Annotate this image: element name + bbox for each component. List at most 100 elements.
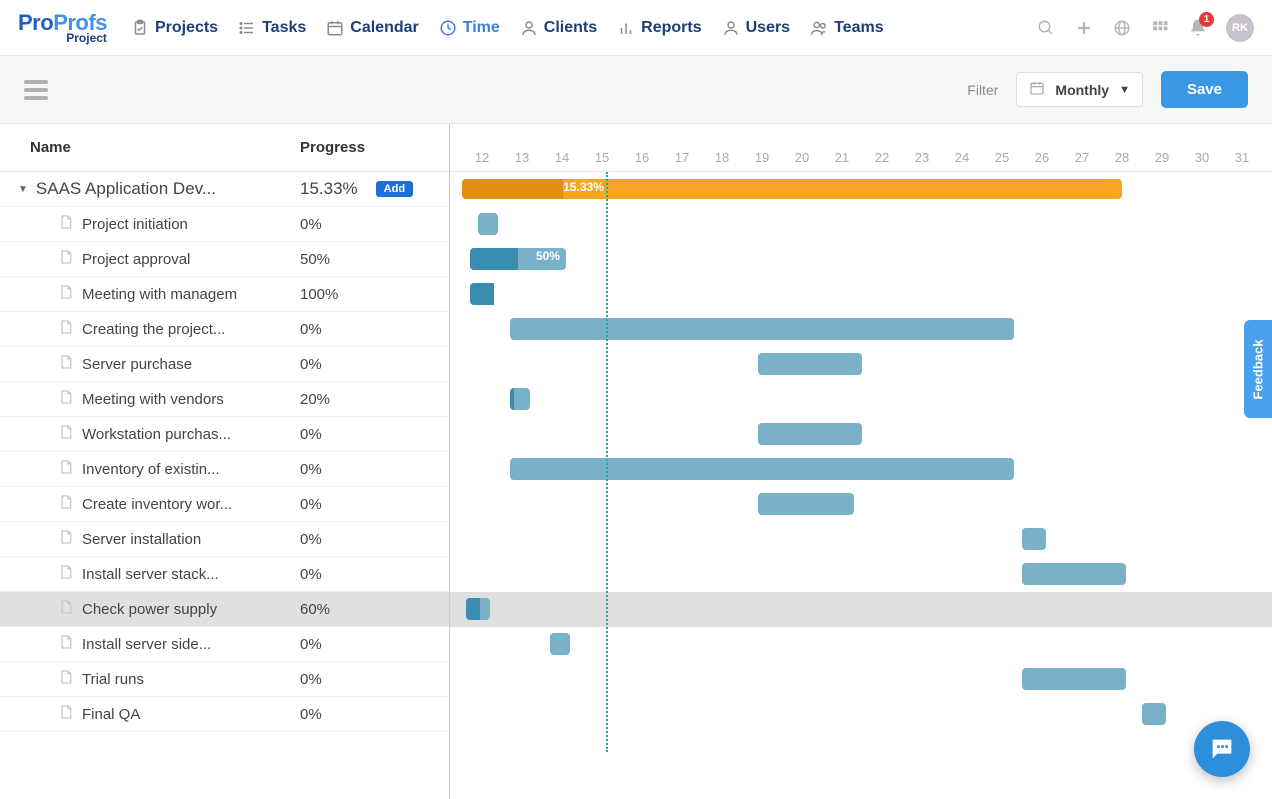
avatar[interactable]: RK — [1226, 14, 1254, 42]
task-row[interactable]: Check power supply60% — [0, 592, 449, 627]
nav-label: Teams — [834, 19, 884, 37]
task-row[interactable]: Inventory of existin...0% — [0, 452, 449, 487]
period-select[interactable]: Monthly ▼ — [1016, 72, 1143, 107]
gantt-row — [450, 452, 1272, 487]
gantt-bar[interactable] — [470, 283, 494, 305]
nav-reports[interactable]: Reports — [607, 13, 711, 43]
task-name: Meeting with managem — [82, 286, 237, 303]
task-row[interactable]: Final QA0% — [0, 697, 449, 732]
file-icon — [58, 669, 74, 689]
gantt-bar[interactable] — [510, 458, 1014, 480]
task-progress: 0% — [300, 671, 322, 688]
gantt-row — [450, 697, 1272, 732]
menu-icon[interactable] — [24, 80, 48, 100]
nav-label: Clients — [544, 19, 597, 37]
period-value: Monthly — [1055, 82, 1109, 98]
chat-button[interactable] — [1194, 721, 1250, 777]
day-header-cell: 12 — [462, 150, 502, 171]
project-row[interactable]: ▼ SAAS Application Dev... 15.33% Add — [0, 172, 449, 207]
task-name: Inventory of existin... — [82, 461, 220, 478]
notification-badge: 1 — [1199, 12, 1214, 27]
nav-tasks[interactable]: Tasks — [228, 13, 316, 43]
grid-icon[interactable] — [1150, 18, 1170, 38]
task-row[interactable]: Meeting with managem100% — [0, 277, 449, 312]
gantt-bar[interactable] — [478, 213, 498, 235]
logo-subtext: Project — [66, 32, 107, 44]
add-button[interactable]: Add — [376, 181, 413, 197]
col-name: Name — [0, 139, 300, 156]
gantt-bar[interactable] — [550, 633, 570, 655]
task-name: Check power supply — [82, 601, 217, 618]
day-header-cell: 31 — [1222, 150, 1262, 171]
task-row[interactable]: Install server side...0% — [0, 627, 449, 662]
gantt-bar[interactable] — [510, 318, 1014, 340]
nav-users[interactable]: Users — [712, 13, 800, 43]
gantt-bar[interactable] — [1022, 563, 1126, 585]
file-icon — [58, 319, 74, 339]
gantt-bar[interactable] — [1022, 528, 1046, 550]
task-progress: 0% — [300, 321, 322, 338]
add-icon[interactable] — [1074, 18, 1094, 38]
task-row[interactable]: Install server stack...0% — [0, 557, 449, 592]
task-row[interactable]: Workstation purchas... 0% — [0, 417, 449, 452]
task-row[interactable]: Trial runs0% — [0, 662, 449, 697]
file-icon — [58, 249, 74, 269]
search-icon[interactable] — [1036, 18, 1056, 38]
task-row[interactable]: Server purchase0% — [0, 347, 449, 382]
task-row[interactable]: Create inventory wor...0% — [0, 487, 449, 522]
logo[interactable]: ProProfs Project — [18, 12, 107, 44]
gantt-bar[interactable] — [758, 493, 854, 515]
task-row[interactable]: Project initiation0% — [0, 207, 449, 242]
gantt-row — [450, 277, 1272, 312]
task-row[interactable]: Project approval50% — [0, 242, 449, 277]
gantt-row — [450, 522, 1272, 557]
gantt-bar[interactable]: 50% — [470, 248, 566, 270]
task-row[interactable]: Meeting with vendors20% — [0, 382, 449, 417]
task-name: Create inventory wor... — [82, 496, 232, 513]
day-header-cell: 19 — [742, 150, 782, 171]
gantt-bar[interactable] — [1142, 703, 1166, 725]
gantt-bar[interactable] — [466, 598, 490, 620]
nav-clients[interactable]: Clients — [510, 13, 607, 43]
gantt-bar[interactable] — [1022, 668, 1126, 690]
file-icon — [58, 564, 74, 584]
day-header-cell: 25 — [982, 150, 1022, 171]
task-progress: 20% — [300, 391, 330, 408]
header: ProProfs Project ProjectsTasksCalendar Ti… — [0, 0, 1272, 56]
task-name: Workstation purchas... — [82, 426, 231, 443]
collapse-icon[interactable]: ▼ — [18, 184, 28, 195]
task-progress: 50% — [300, 251, 330, 268]
gantt-bar[interactable] — [758, 423, 862, 445]
bell-icon[interactable]: 1 — [1188, 18, 1208, 38]
chevron-down-icon: ▼ — [1119, 84, 1130, 96]
nav-projects[interactable]: Projects — [121, 13, 228, 43]
day-header-cell: 23 — [902, 150, 942, 171]
task-progress: 0% — [300, 426, 322, 443]
feedback-tab[interactable]: Feedback — [1244, 320, 1272, 418]
task-name: Server installation — [82, 531, 201, 548]
day-header-cell: 18 — [702, 150, 742, 171]
nav-teams[interactable]: Teams — [800, 13, 894, 43]
nav-label: Time — [463, 19, 500, 37]
nav-time[interactable]: Time — [429, 13, 510, 43]
task-row[interactable]: Server installation0% — [0, 522, 449, 557]
task-progress: 0% — [300, 566, 322, 583]
globe-icon[interactable] — [1112, 18, 1132, 38]
nav-calendar[interactable]: Calendar — [316, 13, 428, 43]
gantt-row: 50% — [450, 242, 1272, 277]
gantt-bar[interactable] — [510, 388, 530, 410]
gantt-chart: 15.33% 50% — [450, 172, 1272, 732]
task-row[interactable]: Creating the project...0% — [0, 312, 449, 347]
gantt-bar[interactable] — [758, 353, 862, 375]
project-progress: 15.33% — [300, 179, 358, 199]
file-icon — [58, 599, 74, 619]
person-icon — [520, 19, 538, 37]
day-header-cell: 17 — [662, 150, 702, 171]
day-header-cell: 22 — [862, 150, 902, 171]
gantt-row — [450, 347, 1272, 382]
save-button[interactable]: Save — [1161, 71, 1248, 108]
day-header-cell: 24 — [942, 150, 982, 171]
gantt-bar-summary[interactable]: 15.33% — [462, 179, 1122, 199]
day-header-cell: 13 — [502, 150, 542, 171]
gantt-row — [450, 662, 1272, 697]
